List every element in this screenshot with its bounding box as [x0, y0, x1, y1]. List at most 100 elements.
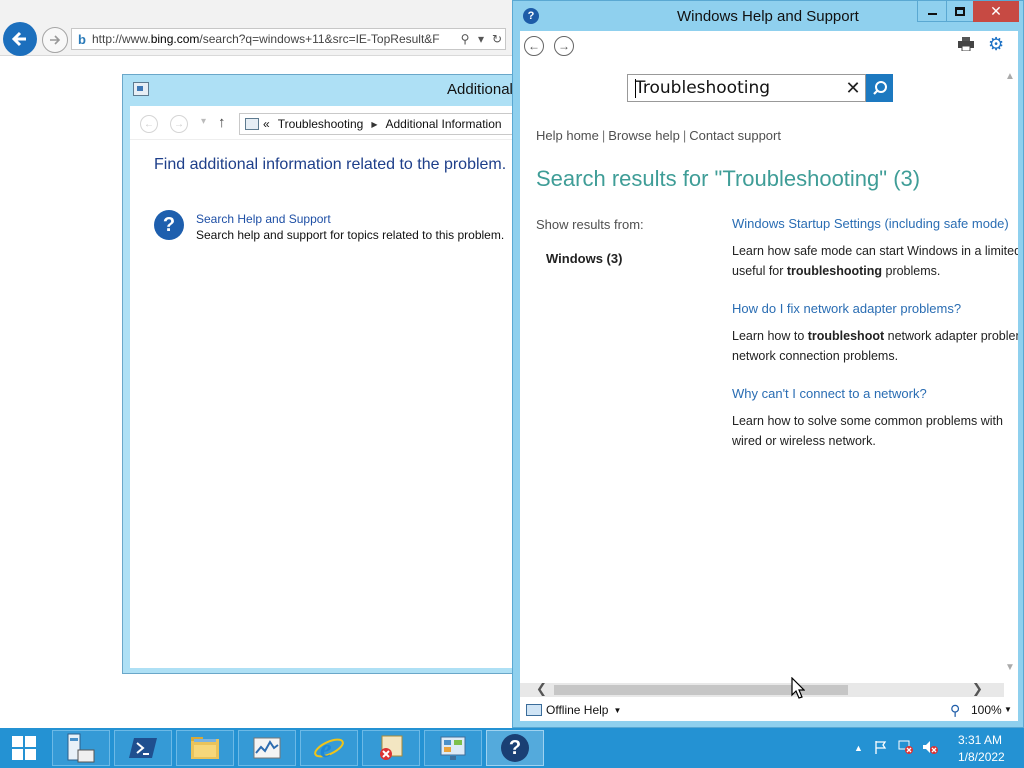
taskbar-powershell[interactable]	[114, 730, 172, 766]
result-title-link[interactable]: Windows Startup Settings (including safe…	[732, 216, 1018, 234]
offline-help-dropdown[interactable]: Offline Help	[546, 703, 608, 717]
search-help-link[interactable]: Search Help and Support	[196, 212, 331, 226]
zoom-icon[interactable]: ⚲	[950, 702, 960, 719]
chevron-right-icon[interactable]: ▶	[371, 120, 377, 129]
result-title-link[interactable]: Why can't I connect to a network?	[732, 386, 1018, 404]
help-home-link[interactable]: Help home	[536, 128, 599, 143]
up-arrow-icon[interactable]: ↑	[218, 114, 226, 131]
chevron-down-icon[interactable]: ▼	[1004, 705, 1012, 714]
forward-button[interactable]: →	[554, 36, 574, 56]
start-icon	[12, 736, 36, 760]
breadcrumb-additional-information[interactable]: Additional Information	[385, 117, 501, 131]
filter-windows[interactable]: Windows (3)	[546, 251, 622, 266]
help-links: Help home | Browse help | Contact support	[536, 128, 781, 143]
clear-icon[interactable]: ✕	[841, 78, 865, 99]
horizontal-scrollbar[interactable]: ❮ ❯	[520, 681, 1004, 697]
network-icon[interactable]	[898, 739, 914, 755]
bing-icon: b	[78, 31, 86, 47]
taskbar-internet-explorer[interactable]: e	[300, 730, 358, 766]
back-button[interactable]: ←	[140, 115, 158, 133]
search-icon[interactable]: ⚲	[457, 32, 473, 46]
breadcrumb-overflow[interactable]: «	[263, 117, 270, 131]
offline-icon	[526, 704, 542, 716]
scroll-right-icon[interactable]: ❯	[972, 681, 983, 697]
taskbar-performance-monitor[interactable]	[238, 730, 296, 766]
system-tray: ▲ 3:31 AM 1/8/2022	[850, 728, 1024, 768]
search-result: Windows Startup Settings (including safe…	[732, 216, 1018, 281]
search-input-value[interactable]: Troubleshooting	[628, 78, 841, 98]
search-result: Why can't I connect to a network? Learn …	[732, 386, 1018, 451]
error-report-icon	[380, 735, 403, 760]
taskbar-file-explorer[interactable]	[176, 730, 234, 766]
close-button[interactable]: ✕	[973, 1, 1019, 22]
chevron-down-icon[interactable]: ▼	[613, 706, 621, 715]
scroll-down-icon[interactable]: ▼	[1005, 662, 1015, 673]
text-caret	[635, 79, 636, 98]
file-explorer-icon	[191, 737, 219, 759]
help-icon: ?	[523, 8, 539, 24]
address-url[interactable]: http://www.bing.com/search?q=windows+11&…	[92, 32, 457, 46]
clock-time[interactable]: 3:31 AM	[958, 733, 1002, 747]
search-input[interactable]: Troubleshooting ✕	[627, 74, 866, 102]
print-icon[interactable]	[958, 37, 974, 51]
recent-pages-icon[interactable]: ▾	[201, 116, 206, 127]
taskbar-error-reporting[interactable]	[362, 730, 420, 766]
window-content: ← → ▾ ↑ « Troubleshooting ▶ Additional I…	[130, 106, 529, 668]
back-arrow-icon: ←	[528, 39, 540, 53]
breadcrumb-troubleshooting[interactable]: Troubleshooting	[278, 117, 364, 131]
server-manager-icon	[67, 733, 95, 763]
forward-arrow-icon: →	[558, 39, 570, 53]
taskbar-help-and-support[interactable]: ?	[486, 730, 544, 766]
clock-date[interactable]: 1/8/2022	[958, 750, 1005, 764]
show-hidden-icons-icon[interactable]: ▲	[854, 743, 863, 753]
help-content: ← → ⚙ Troubleshooting ✕ Help home | Browse…	[520, 31, 1018, 721]
window-title: Windows Help and Support	[677, 8, 859, 25]
vertical-scrollbar[interactable]: ▲ ▼	[1004, 65, 1016, 673]
svg-text:e: e	[320, 734, 332, 763]
window-title: Additional	[447, 81, 513, 98]
minimize-button[interactable]	[917, 1, 947, 22]
gear-icon[interactable]: ⚙	[988, 35, 1004, 53]
back-button[interactable]: ←	[524, 36, 544, 56]
minimize-icon	[927, 13, 937, 15]
result-title-link[interactable]: How do I fix network adapter problems?	[732, 301, 1018, 319]
browser-back-button[interactable]	[3, 22, 37, 56]
powershell-icon	[129, 738, 157, 758]
browse-help-link[interactable]: Browse help	[608, 128, 680, 143]
browser-toolbar: b http://www.bing.com/search?q=windows+1…	[0, 0, 512, 56]
result-description: Learn how safe mode can start Windows in…	[732, 244, 1018, 278]
scroll-up-icon[interactable]: ▲	[1005, 71, 1015, 82]
scroll-left-icon[interactable]: ❮	[536, 681, 547, 697]
forward-button[interactable]: →	[170, 115, 188, 133]
breadcrumb[interactable]: « Troubleshooting ▶ Additional Informati…	[239, 113, 529, 135]
address-bar[interactable]: b http://www.bing.com/search?q=windows+1…	[71, 28, 506, 50]
maximize-button[interactable]	[946, 1, 974, 22]
results-title: Search results for "Troubleshooting" (3)	[536, 166, 921, 191]
speaker-icon[interactable]	[922, 739, 938, 755]
ie-icon: e	[314, 734, 344, 763]
refresh-icon[interactable]: ↻	[489, 32, 505, 46]
help-icon: ?	[501, 734, 529, 762]
window-icon	[133, 82, 149, 96]
page-heading: Find additional information related to t…	[154, 156, 507, 173]
show-results-from-label: Show results from:	[536, 217, 644, 232]
zoom-level[interactable]: 100%	[971, 703, 1002, 717]
taskbar-control-panel[interactable]	[424, 730, 482, 766]
flag-icon[interactable]	[874, 740, 888, 754]
search-result: How do I fix network adapter problems? L…	[732, 301, 1018, 366]
help-and-support-window: ? Windows Help and Support ✕ ← → ⚙ Troub…	[512, 0, 1024, 728]
taskbar: e ? ▲ 3:31 AM 1/8/2022	[0, 728, 1024, 768]
start-button[interactable]	[0, 730, 48, 766]
dropdown-icon[interactable]: ▾	[473, 32, 489, 46]
taskbar-server-manager[interactable]	[52, 730, 110, 766]
browser-forward-button[interactable]	[42, 27, 68, 53]
status-bar: Offline Help ▼ ⚲ 100% ▼	[520, 699, 1018, 721]
control-panel-icon	[245, 118, 259, 130]
mouse-cursor-icon	[791, 677, 805, 699]
close-icon: ✕	[990, 3, 1002, 19]
contact-support-link[interactable]: Contact support	[689, 128, 781, 143]
result-description: Learn how to solve some common problems …	[732, 414, 1003, 448]
title-bar[interactable]: Additional	[123, 75, 521, 105]
search-button[interactable]	[866, 74, 893, 102]
title-bar[interactable]: ? Windows Help and Support ✕	[513, 1, 1023, 31]
